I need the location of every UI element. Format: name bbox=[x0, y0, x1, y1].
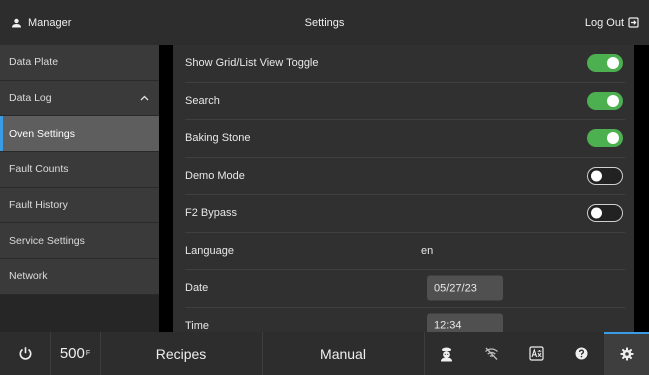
grid-list-view-toggle[interactable] bbox=[587, 54, 623, 73]
baking-stone-toggle[interactable] bbox=[587, 129, 623, 148]
toggle-knob bbox=[591, 170, 602, 182]
demo-mode-toggle[interactable] bbox=[587, 166, 623, 185]
sidebar-item-label: Fault Counts bbox=[9, 163, 69, 176]
gear-icon bbox=[620, 347, 633, 360]
setting-row-f2-bypass: F2 Bypass bbox=[185, 195, 625, 233]
sidebar-item-data-plate[interactable]: Data Plate bbox=[0, 45, 159, 81]
scrollbar-track[interactable] bbox=[634, 45, 649, 332]
recipes-button[interactable]: Recipes bbox=[100, 332, 262, 375]
setting-row-date: Date 05/27/23 bbox=[185, 270, 625, 308]
logout-label: Log Out bbox=[584, 16, 624, 29]
temperature-display[interactable]: 500 F bbox=[50, 332, 100, 375]
language-value[interactable]: en bbox=[421, 245, 433, 257]
logout-icon bbox=[628, 17, 639, 28]
translate-icon bbox=[529, 346, 544, 361]
sidebar-item-label: Fault History bbox=[9, 199, 68, 212]
help-button[interactable] bbox=[559, 332, 604, 375]
settings-panel: Show Grid/List View Toggle Search Baking… bbox=[173, 45, 634, 332]
setting-label: Demo Mode bbox=[185, 169, 245, 182]
setting-label: Time bbox=[185, 319, 210, 332]
manual-button[interactable]: Manual bbox=[262, 332, 424, 375]
temperature-value: 500 bbox=[59, 345, 85, 362]
setting-label: Show Grid/List View Toggle bbox=[185, 57, 319, 70]
sidebar-item-fault-counts[interactable]: Fault Counts bbox=[0, 152, 159, 188]
sidebar-item-fault-history[interactable]: Fault History bbox=[0, 187, 159, 224]
sidebar-item-label: Oven Settings bbox=[9, 127, 75, 140]
date-field[interactable]: 05/27/23 bbox=[427, 275, 503, 301]
setting-row-search: Search bbox=[185, 83, 625, 120]
temperature-unit: F bbox=[85, 350, 91, 357]
header-bar: Manager Settings Log Out bbox=[0, 0, 649, 45]
toggle-knob bbox=[607, 94, 619, 107]
sidebar-nav: Data Plate Data Log Oven Settings Fault … bbox=[0, 45, 159, 332]
sidebar-item-oven-settings[interactable]: Oven Settings bbox=[0, 116, 159, 153]
tech-mode-button[interactable] bbox=[424, 332, 469, 375]
setting-row-grid-list-toggle: Show Grid/List View Toggle bbox=[185, 45, 625, 83]
time-field[interactable]: 12:34 bbox=[427, 313, 503, 332]
setting-label: F2 Bypass bbox=[185, 207, 237, 220]
power-icon bbox=[19, 347, 31, 360]
setting-label: Baking Stone bbox=[185, 132, 251, 145]
sidebar-item-label: Data Log bbox=[9, 92, 52, 105]
user-indicator[interactable]: Manager bbox=[11, 0, 71, 45]
panel-divider bbox=[159, 45, 173, 332]
toggle-knob bbox=[607, 132, 619, 145]
toggle-knob bbox=[607, 57, 619, 70]
chevron-up-icon bbox=[140, 95, 149, 101]
wifi-button[interactable] bbox=[469, 332, 514, 375]
toggle-knob bbox=[591, 207, 602, 219]
setting-row-demo-mode: Demo Mode bbox=[185, 158, 625, 195]
sidebar-item-label: Network bbox=[9, 270, 48, 283]
sidebar-item-network[interactable]: Network bbox=[0, 259, 159, 295]
help-icon bbox=[575, 347, 588, 360]
user-role-label: Manager bbox=[28, 16, 72, 29]
settings-button[interactable] bbox=[604, 332, 649, 375]
search-toggle[interactable] bbox=[587, 91, 623, 110]
power-button[interactable] bbox=[0, 332, 50, 375]
sidebar-item-service-settings[interactable]: Service Settings bbox=[0, 223, 159, 260]
technician-icon bbox=[441, 347, 452, 361]
sidebar-item-data-log[interactable]: Data Log bbox=[0, 80, 159, 117]
logout-button[interactable]: Log Out bbox=[585, 0, 639, 45]
setting-row-time: Time 12:34 bbox=[185, 308, 625, 332]
page-title: Settings bbox=[304, 17, 345, 29]
setting-row-language: Language en bbox=[185, 233, 625, 270]
setting-label: Search bbox=[185, 94, 220, 107]
f2-bypass-toggle[interactable] bbox=[587, 204, 623, 223]
sidebar-item-label: Service Settings bbox=[9, 234, 85, 247]
sidebar-item-label: Data Plate bbox=[9, 56, 59, 69]
setting-label: Language bbox=[185, 244, 234, 257]
setting-label: Date bbox=[185, 282, 209, 295]
setting-row-baking-stone: Baking Stone bbox=[185, 120, 625, 158]
wifi-off-icon bbox=[485, 347, 498, 360]
user-icon bbox=[12, 18, 21, 27]
translate-button[interactable] bbox=[514, 332, 559, 375]
bottom-toolbar: 500 F Recipes Manual bbox=[0, 332, 649, 375]
